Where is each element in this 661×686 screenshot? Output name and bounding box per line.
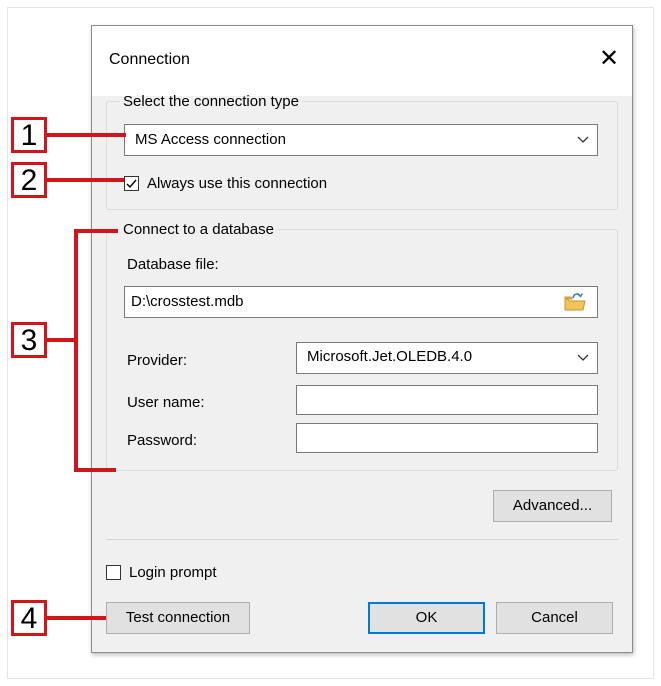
test-connection-button[interactable]: Test connection (106, 602, 250, 634)
ok-button[interactable]: OK (368, 602, 485, 634)
callout-2: 2 (11, 162, 47, 198)
callout-3-bracket-vertical (74, 229, 78, 472)
login-prompt-label: Login prompt (129, 564, 217, 581)
database-legend: Connect to a database (123, 221, 274, 238)
password-input[interactable] (296, 423, 598, 453)
always-use-label: Always use this connection (147, 175, 328, 192)
callout-3-bracket-top (74, 229, 118, 233)
callout-3-bracket-bottom (74, 468, 116, 472)
callout-4: 4 (11, 600, 47, 636)
provider-value: Microsoft.Jet.OLEDB.4.0 (307, 348, 473, 365)
connection-type-select[interactable]: MS Access connection (124, 124, 598, 156)
login-prompt-checkbox-row[interactable]: Login prompt (106, 564, 217, 581)
database-file-label: Database file: (127, 256, 219, 273)
separator (106, 539, 618, 540)
check-icon (126, 179, 137, 189)
database-file-input[interactable]: D:\crosstest.mdb (124, 286, 598, 318)
advanced-button[interactable]: Advanced... (493, 490, 612, 522)
close-icon: ✕ (598, 45, 620, 72)
open-folder-icon[interactable] (563, 291, 587, 313)
connection-type-value: MS Access connection (135, 131, 286, 148)
password-label: Password: (127, 432, 198, 449)
database-file-value: D:\crosstest.mdb (131, 293, 244, 310)
callout-1: 1 (11, 117, 47, 153)
username-label: User name: (127, 394, 205, 411)
dialog-title: Connection (109, 51, 190, 68)
always-use-checkbox[interactable] (124, 176, 139, 191)
callout-3-line (47, 338, 76, 342)
login-prompt-checkbox[interactable] (106, 565, 121, 580)
cancel-button[interactable]: Cancel (496, 602, 613, 634)
chevron-down-icon (577, 129, 589, 152)
connection-type-legend: Select the connection type (123, 93, 299, 110)
close-button[interactable]: ✕ (594, 44, 624, 74)
username-input[interactable] (296, 385, 598, 415)
provider-label: Provider: (127, 352, 188, 369)
callout-3: 3 (11, 322, 47, 358)
provider-select[interactable]: Microsoft.Jet.OLEDB.4.0 (296, 342, 598, 374)
always-use-checkbox-row[interactable]: Always use this connection (124, 175, 327, 192)
callout-2-line (47, 178, 124, 182)
callout-4-line (47, 616, 106, 620)
title-bar: Connection ✕ (92, 26, 632, 96)
callout-1-line (47, 133, 126, 137)
chevron-down-icon (577, 347, 589, 370)
